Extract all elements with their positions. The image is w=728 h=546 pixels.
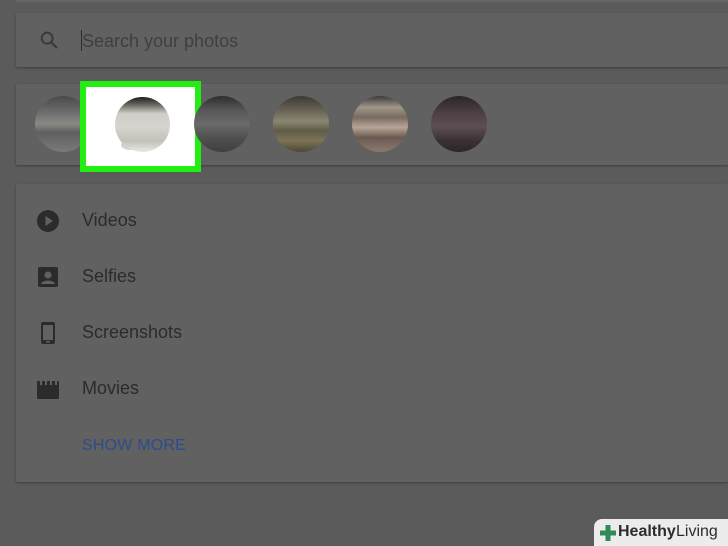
watermark-brand-light: Living (676, 523, 718, 540)
face-thumbnail-5[interactable] (352, 96, 408, 152)
category-label: Screenshots (82, 322, 183, 342)
clapperboard-icon (37, 381, 59, 399)
watermark-brand-bold: Healthy (618, 523, 676, 540)
category-videos[interactable]: Videos (16, 200, 728, 240)
category-movies[interactable]: Movies (16, 368, 728, 408)
phone-icon (41, 322, 55, 344)
watermark-badge: Healthy Living (594, 519, 728, 546)
face-thumbnail-3[interactable] (194, 96, 250, 152)
search-icon[interactable] (38, 29, 60, 51)
category-label: Selfies (82, 266, 137, 286)
face-thumbnail-4[interactable] (273, 96, 329, 152)
play-circle-icon (37, 210, 59, 232)
category-label: Movies (82, 378, 140, 398)
show-more-link[interactable]: SHOW MORE (82, 437, 186, 455)
face-thumbnail-2[interactable] (115, 97, 170, 152)
health-cross-icon (600, 525, 616, 541)
top-divider (16, 0, 728, 2)
portrait-icon (38, 267, 58, 287)
face-thumbnail-6[interactable] (431, 96, 487, 152)
category-selfies[interactable]: Selfies (16, 256, 728, 296)
category-label: Videos (82, 210, 137, 230)
search-input[interactable] (82, 30, 682, 52)
category-screenshots[interactable]: Screenshots (16, 312, 728, 352)
